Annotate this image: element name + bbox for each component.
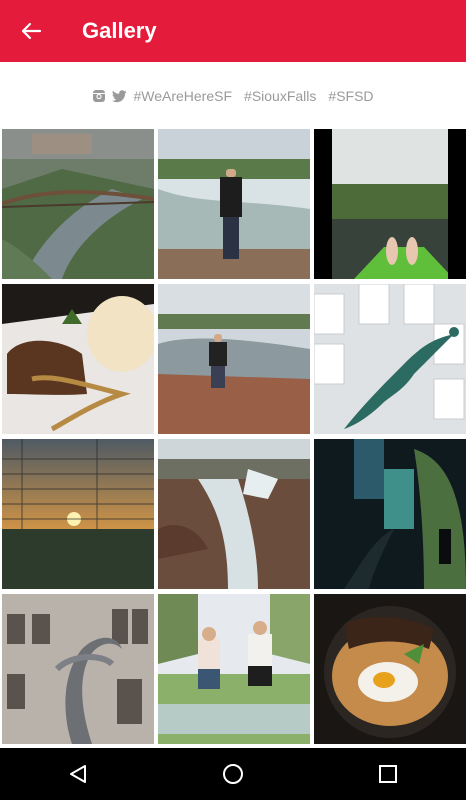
photo-stone-building[interactable] bbox=[2, 594, 154, 744]
photo-waterfall-rocks[interactable] bbox=[158, 439, 310, 589]
hashtag-list: #WeAreHereSF #SiouxFalls #SFSD bbox=[133, 88, 373, 104]
hashtag-sfsd[interactable]: #SFSD bbox=[328, 88, 373, 104]
arrow-left-icon bbox=[21, 22, 42, 40]
system-nav-bar bbox=[0, 748, 466, 800]
hashtag-wearehere[interactable]: #WeAreHereSF bbox=[133, 88, 232, 104]
photo-river-bridge[interactable] bbox=[2, 129, 154, 279]
photo-kayak-feet[interactable] bbox=[314, 129, 466, 279]
page-title: Gallery bbox=[82, 18, 157, 43]
photo-food-plate[interactable] bbox=[314, 594, 466, 744]
hashtag-bar: #WeAreHereSF #SiouxFalls #SFSD bbox=[0, 86, 466, 106]
nav-back-button[interactable] bbox=[48, 754, 108, 794]
nav-recents-button[interactable] bbox=[358, 754, 418, 794]
photo-sunset-fence[interactable] bbox=[2, 439, 154, 589]
photo-two-women[interactable] bbox=[158, 594, 310, 744]
photo-man-at-falls[interactable] bbox=[158, 129, 310, 279]
recents-square-icon bbox=[379, 765, 398, 783]
photo-mermaid-sculpture[interactable] bbox=[314, 284, 466, 434]
home-circle-icon bbox=[222, 764, 243, 784]
instagram-icon[interactable] bbox=[92, 89, 106, 103]
nav-home-button[interactable] bbox=[203, 754, 263, 794]
photo-man-on-rocks[interactable] bbox=[158, 284, 310, 434]
app-bar: Gallery bbox=[0, 0, 466, 62]
photo-dessert[interactable] bbox=[2, 284, 154, 434]
back-triangle-icon bbox=[69, 765, 86, 783]
hashtag-siouxfalls[interactable]: #SiouxFalls bbox=[244, 88, 316, 104]
back-button[interactable] bbox=[0, 0, 62, 62]
photo-grid bbox=[2, 129, 466, 744]
twitter-icon[interactable] bbox=[112, 89, 127, 103]
photo-dark-stairway[interactable] bbox=[314, 439, 466, 589]
